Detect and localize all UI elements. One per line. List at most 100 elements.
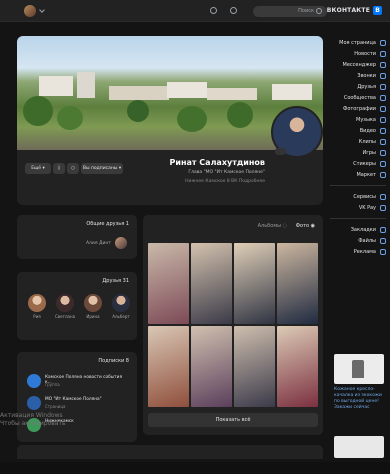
list-item[interactable]: МО "Ит Камское Поляна" Страница [25,396,129,412]
sidebar-item-services[interactable]: Сервисы [330,191,386,202]
more-button[interactable]: Ещё ▾ [25,163,51,174]
sidebar-item-ads[interactable]: Реклама [330,246,386,257]
music-icon [380,116,386,123]
gift-button[interactable]: ◊ [53,163,65,174]
friend-item[interactable]: Рия [27,294,47,319]
photo-thumb[interactable] [148,243,189,324]
profile-card: Ринат Салахутдинов Глава "МО "Ит Камское… [17,36,323,205]
sidebar-item-label: Игры [362,149,377,156]
sidebar-item-vkpay[interactable]: VK Pay [330,202,386,213]
sidebar-item-messenger[interactable]: Мессенджер [330,59,386,70]
item-subtitle: Страница [45,404,66,409]
sidebar-nav: Моя страница Новости Мессенджер Звонки Д… [330,37,386,257]
sidebar-item-clips[interactable]: Клипы [330,136,386,147]
photo-grid [148,243,318,407]
music-icon[interactable] [210,7,217,14]
sidebar-item-calls[interactable]: Звонки [330,70,386,81]
windows-activation-watermark: Активация Windows Чтобы активировать [0,412,65,428]
photos-block: Фото ◉ Альбомы ◌ Показать всё [143,215,323,435]
sidebar-item-label: Звонки [357,72,376,79]
subscribe-button-label: Вы подписаны [82,166,118,171]
sidebar-item-label: Сервисы [353,193,376,200]
photo-thumb[interactable] [234,243,275,324]
friend-name: Рия [33,314,41,319]
sidebar-item-my-page[interactable]: Моя страница [330,37,386,48]
profile-info[interactable]: Нижнее Камское 8 ВК Подробнее [185,179,265,184]
user-avatar[interactable] [24,5,36,17]
sidebar-item-stickers[interactable]: Стикеры [330,158,386,169]
sidebar-item-label: Друзья [357,83,376,90]
sidebar-item-label: Закладки [350,226,376,233]
chevron-down-icon[interactable] [39,7,45,13]
photo-thumb[interactable] [191,243,232,324]
friends-card: Друзья 31 Альберт Ирина Светлана Рия [17,272,137,340]
group-avatar [27,396,41,410]
sidebar-item-label: Файлы [358,237,376,244]
sidebar-item-label: Стикеры [353,160,376,167]
tab-photos[interactable]: Фото ◉ [296,223,315,229]
tab-albums-label: Альбомы [257,223,282,229]
sidebar-item-label: Видео [359,127,376,134]
ad-image-second[interactable] [334,436,384,458]
video-icon [380,127,386,134]
photo-thumb[interactable] [234,326,275,407]
bookmark-icon [380,226,386,233]
photo-thumb[interactable] [277,326,318,407]
card-title[interactable]: Общие друзья 1 [86,221,129,227]
ad-block[interactable]: Кожаное кресло-качалка из экокожи по выг… [334,354,384,434]
friend-name: Светлана [55,314,76,319]
avatar [115,237,127,249]
sidebar-item-label: Новости [354,50,376,57]
home-icon [380,39,386,46]
sidebar-item-groups[interactable]: Сообщества [330,92,386,103]
files-icon [380,237,386,244]
sidebar-item-music[interactable]: Музыка [330,114,386,125]
clips-icon [380,138,386,145]
ads-icon [380,248,386,255]
common-friend[interactable]: Алия Динт [86,237,127,249]
divider [330,218,386,219]
show-all-photos-button[interactable]: Показать всё [148,413,318,427]
camera-icon[interactable] [275,148,286,155]
list-item[interactable]: Камское Поляна новости события к... груп… [25,374,129,390]
sidebar-item-label: Сообщества [343,94,376,101]
ad-text[interactable]: Кожаное кресло-качалка из экокожи по выг… [334,387,384,411]
message-button[interactable]: ○ [67,163,79,174]
sidebar-item-market[interactable]: Маркет [330,169,386,180]
tab-photos-label: Фото [295,223,310,229]
more-button-label: Ещё [31,166,42,171]
sidebar-item-photos[interactable]: Фотографии [330,103,386,114]
photo-thumb[interactable] [148,326,189,407]
logo-text: ВКОНТАКТЕ [326,7,370,14]
friend-item[interactable]: Ирина [83,294,103,319]
friends-icon [380,83,386,90]
avatar [84,294,102,312]
bell-icon[interactable] [230,7,237,14]
photo-thumb[interactable] [277,243,318,324]
friend-item[interactable]: Альберт [111,294,131,319]
sidebar-item-label: Моя страница [339,39,376,46]
avatar [56,294,74,312]
games-icon [380,149,386,156]
friend-name: Альберт [112,314,130,319]
photo-thumb[interactable] [191,326,232,407]
profile-status: Глава "МО "Ит Камское Поляне" [188,170,265,175]
sidebar-item-news[interactable]: Новости [330,48,386,59]
item-title: МО "Ит Камское Поляна" [45,397,102,402]
chair-image [352,360,364,378]
sidebar-item-files[interactable]: Файлы [330,235,386,246]
ad-image[interactable] [334,354,384,384]
logo[interactable]: ВКОНТАКТЕ В [327,6,382,15]
card-title[interactable]: Друзья 31 [102,278,129,284]
search-input[interactable]: Поиск [253,6,327,17]
sidebar-item-bookmarks[interactable]: Закладки [330,224,386,235]
sidebar-item-games[interactable]: Игры [330,147,386,158]
sidebar-item-video[interactable]: Видео [330,125,386,136]
tab-albums[interactable]: Альбомы ◌ [258,223,287,229]
friend-item[interactable]: Светлана [55,294,75,319]
card-title[interactable]: Подписки 8 [98,358,129,364]
vk-logo-icon: В [373,6,382,15]
sidebar-item-friends[interactable]: Друзья [330,81,386,92]
sidebar-item-label: Мессенджер [342,61,376,68]
subscribe-button[interactable]: Вы подписаны ▾ [81,163,123,174]
